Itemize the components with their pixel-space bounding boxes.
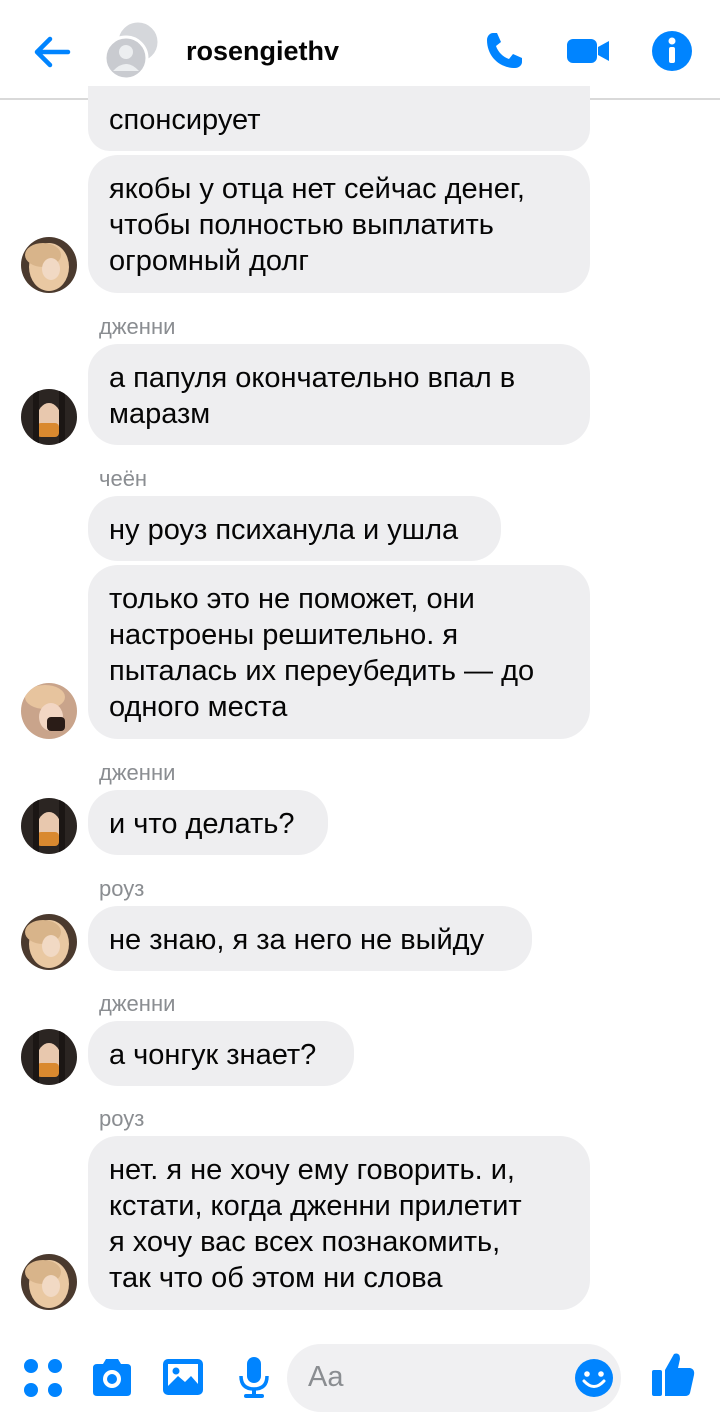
sender-name: дженни <box>99 991 176 1016</box>
message-bubble[interactable]: и что делать? <box>88 790 328 855</box>
message-bubble[interactable]: а папуля окончательно впал в маразм <box>88 344 590 445</box>
info-icon[interactable] <box>650 29 694 73</box>
chat-header: rosengiethv <box>0 0 720 100</box>
message-bubble[interactable]: нет. я не хочу ему говорить. и, кстати, … <box>88 1136 590 1310</box>
avatar <box>21 1029 77 1085</box>
message-bubble[interactable]: только это не поможет, они настроены реш… <box>88 565 590 739</box>
menu-dots-icon[interactable] <box>20 1355 66 1401</box>
avatar <box>21 1254 77 1310</box>
thumbs-up-icon[interactable] <box>650 1350 696 1400</box>
avatar <box>21 683 77 739</box>
message-bubble[interactable]: спонсирует <box>88 86 590 151</box>
emoji-icon[interactable] <box>572 1356 616 1400</box>
microphone-icon[interactable] <box>231 1354 277 1400</box>
message-bubble[interactable]: не знаю, я за него не выйду <box>88 906 532 971</box>
message-composer: Aa <box>0 1330 720 1424</box>
sender-name: роуз <box>99 1106 145 1131</box>
avatar <box>21 914 77 970</box>
message-input[interactable]: Aa <box>287 1344 621 1412</box>
image-icon[interactable] <box>160 1354 206 1400</box>
video-camera-icon[interactable] <box>566 29 610 73</box>
sender-name: роуз <box>99 876 145 901</box>
sender-name: дженни <box>99 314 176 339</box>
message-bubble[interactable]: ну роуз психанула и ушла <box>88 496 501 561</box>
message-bubble[interactable]: а чонгук знает? <box>88 1021 354 1086</box>
avatar <box>21 389 77 445</box>
group-avatar-icon[interactable] <box>104 20 162 80</box>
camera-icon[interactable] <box>89 1354 135 1400</box>
contact-name[interactable]: rosengiethv <box>186 36 339 67</box>
avatar <box>21 237 77 293</box>
message-bubble[interactable]: якобы у отца нет сейчас денег, чтобы пол… <box>88 155 590 293</box>
sender-name: дженни <box>99 760 176 785</box>
avatar <box>21 798 77 854</box>
phone-icon[interactable] <box>482 29 526 73</box>
message-input-placeholder: Aa <box>308 1361 344 1393</box>
back-arrow-icon[interactable] <box>30 30 74 74</box>
sender-name: чеён <box>99 466 148 491</box>
